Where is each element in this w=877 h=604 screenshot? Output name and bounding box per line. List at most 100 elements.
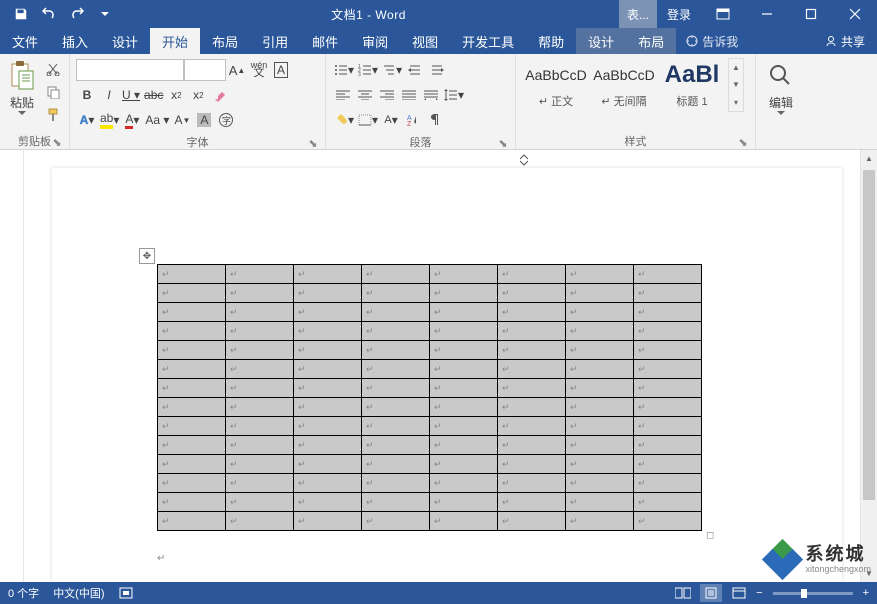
tab-view[interactable]: 视图 xyxy=(400,28,450,54)
table-cell[interactable]: ↵ xyxy=(294,322,362,341)
table-cell[interactable]: ↵ xyxy=(634,417,702,436)
table-cell[interactable]: ↵ xyxy=(226,265,294,284)
table-cell[interactable]: ↵ xyxy=(362,455,430,474)
underline-button[interactable]: U ▾ xyxy=(120,84,142,106)
zoom-in-button[interactable]: + xyxy=(863,587,869,599)
table-cell[interactable]: ↵ xyxy=(566,341,634,360)
tell-me[interactable]: 告诉我 xyxy=(676,28,748,54)
increase-indent-button[interactable] xyxy=(426,59,448,81)
decrease-indent-button[interactable] xyxy=(404,59,426,81)
table-cell[interactable]: ↵ xyxy=(498,512,566,531)
styles-scroll-down[interactable]: ▼ xyxy=(729,76,743,93)
tab-references[interactable]: 引用 xyxy=(250,28,300,54)
clear-formatting-button[interactable] xyxy=(209,84,231,106)
save-button[interactable] xyxy=(8,1,34,27)
table-cell[interactable]: ↵ xyxy=(294,303,362,322)
table-cell[interactable]: ↵ xyxy=(294,341,362,360)
clipboard-launcher[interactable]: ⬊ xyxy=(51,136,63,148)
qat-customize[interactable] xyxy=(92,1,118,27)
page-container[interactable]: ✥ ↵↵↵↵↵↵↵↵↵↵↵↵↵↵↵↵↵↵↵↵↵↵↵↵↵↵↵↵↵↵↵↵↵↵↵↵↵↵… xyxy=(24,150,860,582)
table-cell[interactable]: ↵ xyxy=(566,398,634,417)
table-cell[interactable]: ↵ xyxy=(362,303,430,322)
table-cell[interactable]: ↵ xyxy=(362,493,430,512)
table-cell[interactable]: ↵ xyxy=(294,455,362,474)
table-cell[interactable]: ↵ xyxy=(294,474,362,493)
read-mode-button[interactable] xyxy=(672,584,694,602)
table-cell[interactable]: ↵ xyxy=(498,284,566,303)
table-cell[interactable]: ↵ xyxy=(430,436,498,455)
table-cell[interactable]: ↵ xyxy=(362,417,430,436)
bullets-button[interactable]: ▾ xyxy=(332,59,356,81)
table-cell[interactable]: ↵ xyxy=(294,436,362,455)
cut-button[interactable] xyxy=(42,58,64,80)
table-cell[interactable]: ↵ xyxy=(158,265,226,284)
sort-button[interactable]: AZ xyxy=(402,109,424,131)
table-move-handle[interactable]: ✥ xyxy=(139,248,155,264)
table-cell[interactable]: ↵ xyxy=(158,322,226,341)
justify-button[interactable] xyxy=(398,84,420,106)
format-painter-button[interactable] xyxy=(42,104,64,126)
style-normal[interactable]: AaBbCcD↵ 正文 xyxy=(522,58,590,112)
table-cell[interactable]: ↵ xyxy=(634,436,702,455)
character-shading-button[interactable]: A xyxy=(193,109,215,131)
table-cell[interactable]: ↵ xyxy=(498,436,566,455)
table-cell[interactable]: ↵ xyxy=(634,360,702,379)
distributed-button[interactable] xyxy=(420,84,442,106)
borders-button[interactable]: ▾ xyxy=(356,109,380,131)
table-cell[interactable]: ↵ xyxy=(158,303,226,322)
superscript-button[interactable]: x2 xyxy=(187,84,209,106)
tab-help[interactable]: 帮助 xyxy=(526,28,576,54)
table-cell[interactable]: ↵ xyxy=(634,398,702,417)
font-launcher[interactable]: ⬊ xyxy=(307,137,319,149)
table-cell[interactable]: ↵ xyxy=(226,303,294,322)
show-hide-button[interactable] xyxy=(424,109,446,131)
ribbon-options-button[interactable] xyxy=(701,0,745,28)
table-cell[interactable]: ↵ xyxy=(226,379,294,398)
table-cell[interactable]: ↵ xyxy=(226,284,294,303)
print-layout-button[interactable] xyxy=(700,584,722,602)
table-cell[interactable]: ↵ xyxy=(498,360,566,379)
tab-layout[interactable]: 布局 xyxy=(200,28,250,54)
close-button[interactable] xyxy=(833,0,877,28)
table-cell[interactable]: ↵ xyxy=(430,493,498,512)
table-cell[interactable]: ↵ xyxy=(362,284,430,303)
document-table[interactable]: ↵↵↵↵↵↵↵↵↵↵↵↵↵↵↵↵↵↵↵↵↵↵↵↵↵↵↵↵↵↵↵↵↵↵↵↵↵↵↵↵… xyxy=(157,264,702,531)
table-cell[interactable]: ↵ xyxy=(226,360,294,379)
table-cell[interactable]: ↵ xyxy=(430,284,498,303)
tab-file[interactable]: 文件 xyxy=(0,28,50,54)
table-cell[interactable]: ↵ xyxy=(498,455,566,474)
copy-button[interactable] xyxy=(42,81,64,103)
page[interactable]: ✥ ↵↵↵↵↵↵↵↵↵↵↵↵↵↵↵↵↵↵↵↵↵↵↵↵↵↵↵↵↵↵↵↵↵↵↵↵↵↵… xyxy=(52,168,842,582)
table-cell[interactable]: ↵ xyxy=(294,379,362,398)
table-cell[interactable]: ↵ xyxy=(294,417,362,436)
table-cell[interactable]: ↵ xyxy=(566,284,634,303)
tab-developer[interactable]: 开发工具 xyxy=(450,28,526,54)
tab-review[interactable]: 审阅 xyxy=(350,28,400,54)
table-cell[interactable]: ↵ xyxy=(566,474,634,493)
line-spacing-button[interactable]: ▾ xyxy=(442,84,466,106)
table-cell[interactable]: ↵ xyxy=(498,322,566,341)
tab-mail[interactable]: 邮件 xyxy=(300,28,350,54)
style-no-spacing[interactable]: AaBbCcD↵ 无间隔 xyxy=(590,58,658,112)
paste-button[interactable]: 粘贴 xyxy=(4,56,40,120)
maximize-button[interactable] xyxy=(789,0,833,28)
login-button[interactable]: 登录 xyxy=(657,0,701,28)
table-cell[interactable]: ↵ xyxy=(566,265,634,284)
strikethrough-button[interactable]: abc xyxy=(142,84,165,106)
table-cell[interactable]: ↵ xyxy=(362,341,430,360)
align-center-button[interactable] xyxy=(354,84,376,106)
table-cell[interactable]: ↵ xyxy=(158,417,226,436)
tab-design[interactable]: 设计 xyxy=(100,28,150,54)
table-cell[interactable]: ↵ xyxy=(362,436,430,455)
web-layout-button[interactable] xyxy=(728,584,750,602)
tab-insert[interactable]: 插入 xyxy=(50,28,100,54)
table-cell[interactable]: ↵ xyxy=(430,265,498,284)
table-cell[interactable]: ↵ xyxy=(226,398,294,417)
split-handle[interactable] xyxy=(514,150,534,170)
table-cell[interactable]: ↵ xyxy=(430,398,498,417)
asian-layout-button[interactable]: A▾ xyxy=(380,109,402,131)
table-cell[interactable]: ↵ xyxy=(430,341,498,360)
table-cell[interactable]: ↵ xyxy=(430,512,498,531)
numbering-button[interactable]: 123▾ xyxy=(356,59,380,81)
table-cell[interactable]: ↵ xyxy=(430,303,498,322)
